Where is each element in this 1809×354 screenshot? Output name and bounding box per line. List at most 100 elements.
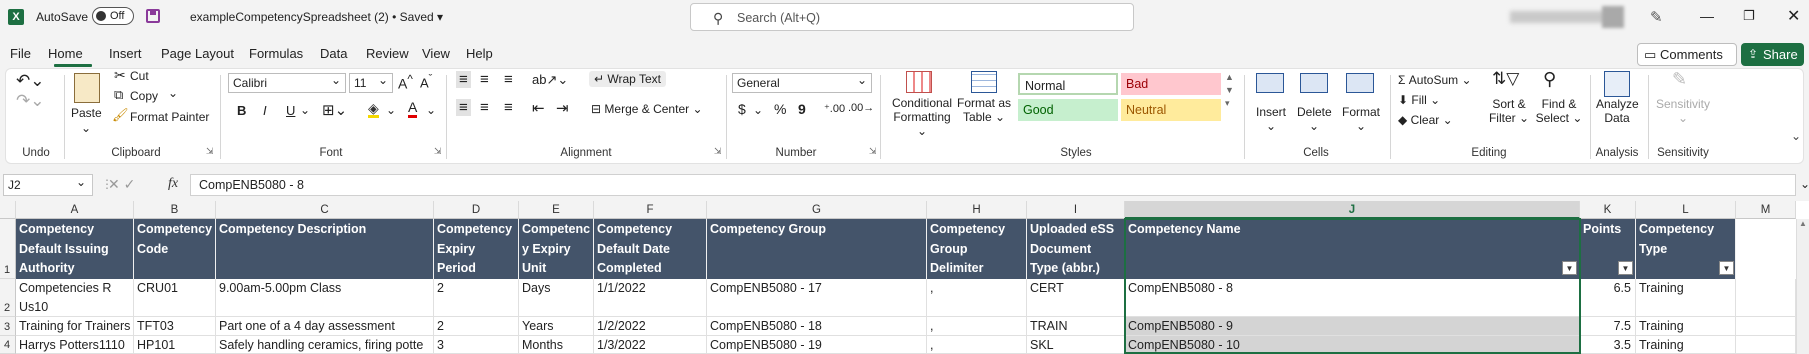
table-cell[interactable]: CompENB5080 - 18 — [707, 317, 927, 336]
insert-button[interactable]: Insert ⌄ — [1256, 105, 1286, 133]
style-neutral[interactable]: Neutral — [1121, 99, 1221, 121]
minimize-icon[interactable]: — — [1700, 8, 1714, 24]
dialog-launcher-icon[interactable]: ⇲ — [434, 146, 442, 157]
insert-function-button[interactable]: fx — [168, 176, 178, 192]
align-top-icon[interactable]: ≡ — [456, 71, 471, 88]
tab-file[interactable]: File — [10, 46, 31, 61]
table-cell[interactable]: TRAIN — [1027, 317, 1125, 336]
maximize-icon[interactable]: ❐ — [1743, 8, 1755, 24]
wrap-text-button[interactable]: ↵ Wrap Text — [589, 71, 666, 87]
close-icon[interactable]: ✕ — [1787, 6, 1800, 26]
align-left-icon[interactable]: ≡ — [456, 99, 471, 116]
table-cell[interactable]: 2 — [434, 279, 519, 317]
document-title[interactable]: exampleCompetencySpreadsheet (2) • Saved… — [190, 10, 443, 24]
table-cell[interactable]: SKL — [1027, 336, 1125, 354]
header-cell[interactable]: Competency Default Issuing Authority — [16, 219, 134, 279]
table-cell[interactable]: CompENB5080 - 19 — [707, 336, 927, 354]
find-select-button[interactable]: Find & Select ⌄ — [1534, 97, 1584, 125]
column-header-g[interactable]: G — [707, 201, 927, 219]
chevron-down-icon[interactable]: ⌄ — [426, 103, 436, 117]
table-cell[interactable]: 7.5 — [1580, 317, 1636, 336]
table-cell[interactable]: Months — [519, 336, 594, 354]
analyze-data-button[interactable]: Analyze Data — [1596, 97, 1639, 125]
formula-input[interactable]: CompENB5080 - 8 — [190, 174, 1796, 196]
table-cell-selected[interactable]: CompENB5080 - 9 — [1125, 317, 1580, 336]
decrease-decimal-icon[interactable]: .00→ — [848, 102, 874, 114]
table-cell[interactable] — [1736, 336, 1796, 354]
clear-button[interactable]: ◆ Clear ⌄ — [1398, 113, 1453, 127]
format-button[interactable]: Format ⌄ — [1342, 105, 1380, 133]
tab-data[interactable]: Data — [320, 46, 347, 61]
column-header-d[interactable]: D — [434, 201, 519, 219]
table-cell[interactable]: Training for Trainers — [16, 317, 134, 336]
style-good[interactable]: Good — [1018, 99, 1118, 121]
table-cell-active[interactable]: CompENB5080 - 8 — [1125, 279, 1580, 317]
fill-color-icon[interactable]: ◈ — [368, 101, 379, 118]
fill-button[interactable]: ⬇ Fill ⌄ — [1398, 93, 1440, 107]
header-cell[interactable]: Competency Name — [1125, 219, 1580, 279]
italic-button[interactable]: I — [263, 103, 267, 118]
chevron-down-icon[interactable]: ⌄ — [1800, 177, 1809, 191]
header-cell[interactable]: Competency Group — [707, 219, 927, 279]
tab-home[interactable]: Home — [48, 46, 83, 61]
filter-dropdown-icon[interactable]: ▼ — [1618, 261, 1633, 275]
table-cell[interactable]: Competencies R Us10 — [16, 279, 134, 317]
orientation-icon[interactable]: ab↗⌄ — [532, 72, 568, 88]
confirm-icon[interactable]: ✓ — [124, 176, 136, 192]
table-cell[interactable]: 9.00am-5.00pm Class — [216, 279, 434, 317]
pen-icon[interactable]: ✎ — [1650, 8, 1663, 26]
chevron-down-icon[interactable]: ⌄ — [300, 103, 310, 117]
column-header-h[interactable]: H — [927, 201, 1027, 219]
styles-scroll-icon[interactable]: ▲ ▼ ▾ — [1225, 71, 1234, 110]
column-header-b[interactable]: B — [134, 201, 216, 219]
table-cell[interactable]: CRU01 — [134, 279, 216, 317]
bold-button[interactable]: B — [237, 103, 246, 118]
share-button[interactable]: Share — [1741, 43, 1804, 66]
undo-icon[interactable]: ↶⌄ — [16, 71, 45, 91]
style-normal[interactable]: Normal — [1018, 73, 1118, 95]
format-painter-button[interactable]: Format Painter — [130, 110, 209, 124]
table-cell[interactable]: Days — [519, 279, 594, 317]
name-box[interactable]: J2 — [3, 172, 93, 196]
dialog-launcher-icon[interactable]: ⇲ — [714, 146, 722, 157]
font-name-dropdown[interactable]: Calibri — [228, 71, 346, 93]
row-header-2[interactable]: 2 — [0, 279, 16, 317]
redo-icon[interactable]: ↷⌄ — [16, 91, 45, 111]
tab-help[interactable]: Help — [466, 46, 493, 61]
table-cell[interactable]: Part one of a 4 day assessment — [216, 317, 434, 336]
table-cell[interactable]: TFT03 — [134, 317, 216, 336]
align-center-icon[interactable]: ≡ — [480, 99, 489, 116]
tab-page-layout[interactable]: Page Layout — [161, 46, 234, 61]
header-cell[interactable]: Competency Code — [134, 219, 216, 279]
align-bottom-icon[interactable]: ≡ — [504, 71, 513, 88]
font-color-icon[interactable]: A — [408, 99, 418, 118]
cut-button[interactable]: Cut — [130, 69, 149, 83]
tab-formulas[interactable]: Formulas — [249, 46, 303, 61]
format-as-table-button[interactable]: Format as Table ⌄ — [956, 96, 1012, 124]
paste-button[interactable]: Paste — [71, 106, 102, 120]
tab-insert[interactable]: Insert — [109, 46, 142, 61]
borders-icon[interactable]: ⊞⌄ — [322, 101, 347, 119]
cancel-icon[interactable]: ✕ — [108, 176, 120, 192]
filter-dropdown-icon[interactable]: ▼ — [1562, 261, 1577, 275]
increase-indent-icon[interactable]: ⇥ — [556, 99, 569, 117]
comma-button[interactable]: 9 — [798, 101, 806, 117]
chevron-down-icon[interactable]: ⌄ — [753, 103, 763, 117]
table-cell[interactable] — [1736, 317, 1796, 336]
table-cell-selected[interactable]: CompENB5080 - 10 — [1125, 336, 1580, 354]
header-cell[interactable]: Competency Group Delimiter — [927, 219, 1027, 279]
vertical-scrollbar[interactable] — [1796, 219, 1809, 354]
delete-button[interactable]: Delete ⌄ — [1297, 105, 1332, 133]
table-cell[interactable]: Harrys Potters1110 — [16, 336, 134, 354]
font-size-dropdown[interactable]: 11 — [349, 71, 393, 93]
table-cell[interactable]: Training — [1636, 336, 1736, 354]
decrease-font-icon[interactable]: Aˇ — [420, 73, 432, 90]
table-cell[interactable]: Training — [1636, 317, 1736, 336]
table-cell[interactable]: 1/3/2022 — [594, 336, 707, 354]
conditional-formatting-button[interactable]: Conditional Formatting ⌄ — [890, 96, 954, 138]
table-cell[interactable]: Training — [1636, 279, 1736, 317]
underline-button[interactable]: U — [286, 103, 295, 118]
table-cell[interactable]: CompENB5080 - 17 — [707, 279, 927, 317]
comments-button[interactable]: Comments — [1637, 43, 1737, 66]
dialog-launcher-icon[interactable]: ⇲ — [206, 146, 214, 157]
